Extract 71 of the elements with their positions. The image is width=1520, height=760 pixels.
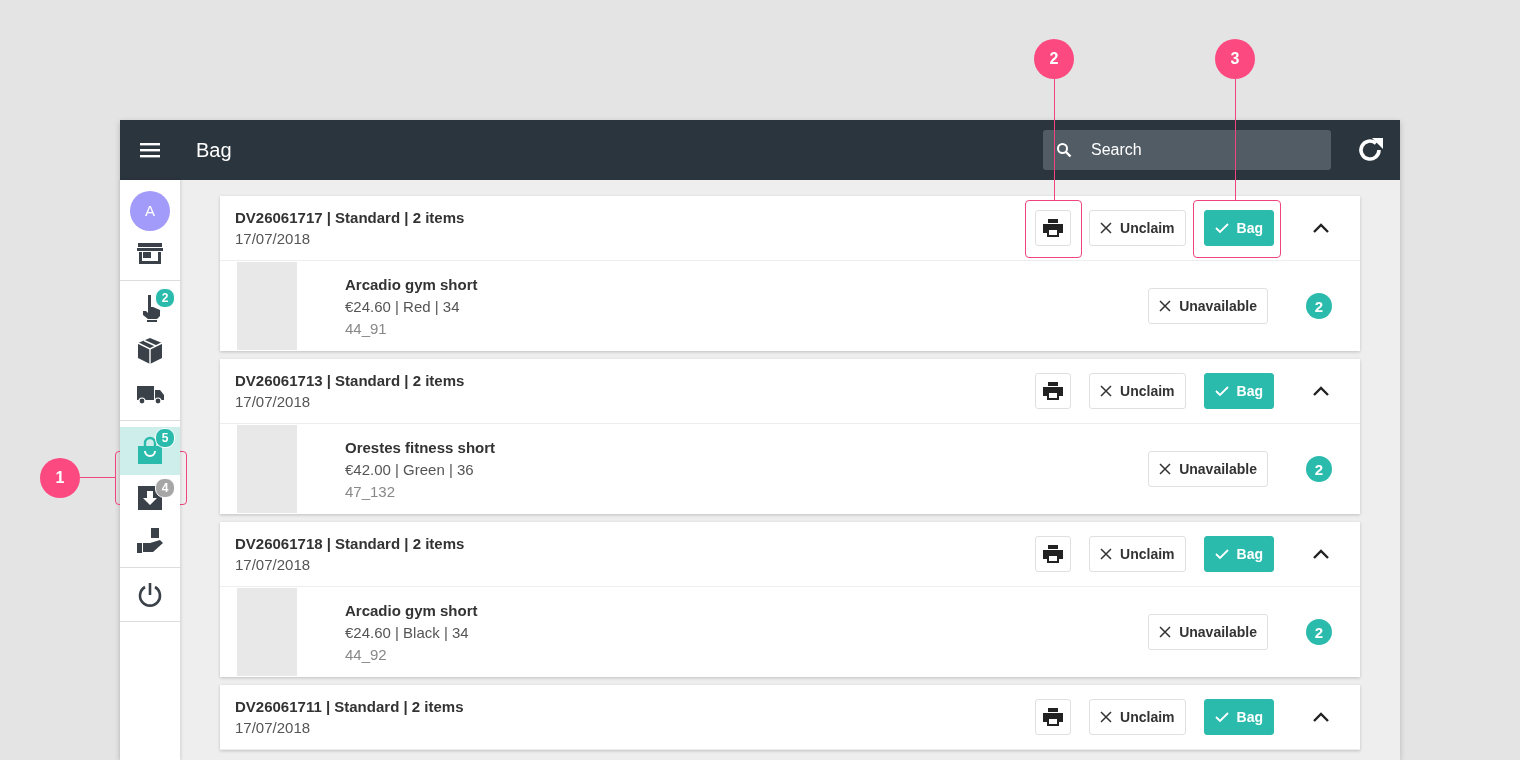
quantity-badge: 2 [1306,619,1332,645]
count-badge: 4 [155,478,175,498]
printer-icon [1043,219,1064,237]
order-title: DV26061718 | Standard | 2 items [235,535,466,552]
close-icon [1100,385,1113,397]
unclaim-button[interactable]: Unclaim [1089,699,1186,735]
close-icon [1159,626,1172,638]
product-name: Orestes fitness short [345,438,497,456]
callout-number: 1 [40,458,80,498]
bag-button[interactable]: Bag [1203,373,1274,409]
order-title: DV26061711 | Standard | 2 items [235,698,465,715]
order-title: DV26061713 | Standard | 2 items [235,372,466,389]
check-icon [1214,548,1229,560]
count-badge: 5 [155,428,175,448]
product-sku: 44_91 [345,319,388,337]
callout-number: 2 [1034,39,1074,79]
sidebar-item[interactable]: A [120,190,180,231]
product-details: €24.60 | Black | 34 [345,623,470,641]
order-title: DV26061717 | Standard | 2 items [235,209,466,226]
print-button[interactable] [1035,536,1072,572]
print-button[interactable] [1035,699,1072,735]
unclaim-button[interactable]: Unclaim [1089,373,1186,409]
order-date: 17/07/2018 [235,393,312,410]
menu-icon [140,142,160,158]
sidebar-item[interactable]: 5 [120,427,180,475]
unclaim-button[interactable]: Unclaim [1089,536,1186,572]
bag-button[interactable]: Bag [1203,699,1274,735]
product-details: €24.60 | Red | 34 [345,297,461,315]
print-button[interactable] [1035,373,1072,409]
sidebar-item[interactable]: 4 [120,477,180,518]
unavailable-button[interactable]: Unavailable [1148,451,1268,487]
unclaim-button[interactable]: Unclaim [1089,210,1186,246]
product-sku: 44_92 [345,645,388,663]
callout-number: 3 [1215,39,1255,79]
page-title: Bag [196,138,233,162]
order-date: 17/07/2018 [235,556,312,573]
search-field[interactable]: Search [1043,130,1331,170]
close-icon [1100,222,1113,234]
check-icon [1214,222,1229,234]
hand-holding-bag-icon [135,525,165,556]
bag-button[interactable]: Bag [1203,536,1274,572]
unavailable-button[interactable]: Unavailable [1148,288,1268,324]
printer-icon [1043,382,1064,400]
unavailable-button[interactable]: Unavailable [1148,614,1268,650]
chevron-icon [1313,223,1329,233]
order-date: 17/07/2018 [235,719,312,736]
sidebar-item[interactable]: 2 [120,287,180,328]
avatar: A [130,190,170,231]
printer-icon [1043,545,1064,563]
close-icon [1100,711,1113,723]
quantity-badge: 2 [1306,293,1332,319]
box-icon [135,335,165,366]
bag-button[interactable]: Bag [1203,210,1274,246]
close-icon [1100,548,1113,560]
close-icon [1159,463,1172,475]
product-name: Arcadio gym short [345,275,479,293]
close-icon [1159,300,1172,312]
highlight-frame [1025,200,1082,258]
product-sku: 47_132 [345,482,397,500]
print-button[interactable] [1035,210,1072,246]
order-date: 17/07/2018 [235,230,312,247]
chevron-icon [1313,549,1329,559]
printer-icon [1043,708,1064,726]
check-icon [1214,711,1229,723]
chevron-icon [1313,712,1329,722]
quantity-badge: 2 [1306,456,1332,482]
count-badge: 2 [155,288,175,308]
check-icon [1214,385,1229,397]
product-details: €42.00 | Green | 36 [345,460,475,478]
product-name: Arcadio gym short [345,601,479,619]
chevron-icon [1313,386,1329,396]
